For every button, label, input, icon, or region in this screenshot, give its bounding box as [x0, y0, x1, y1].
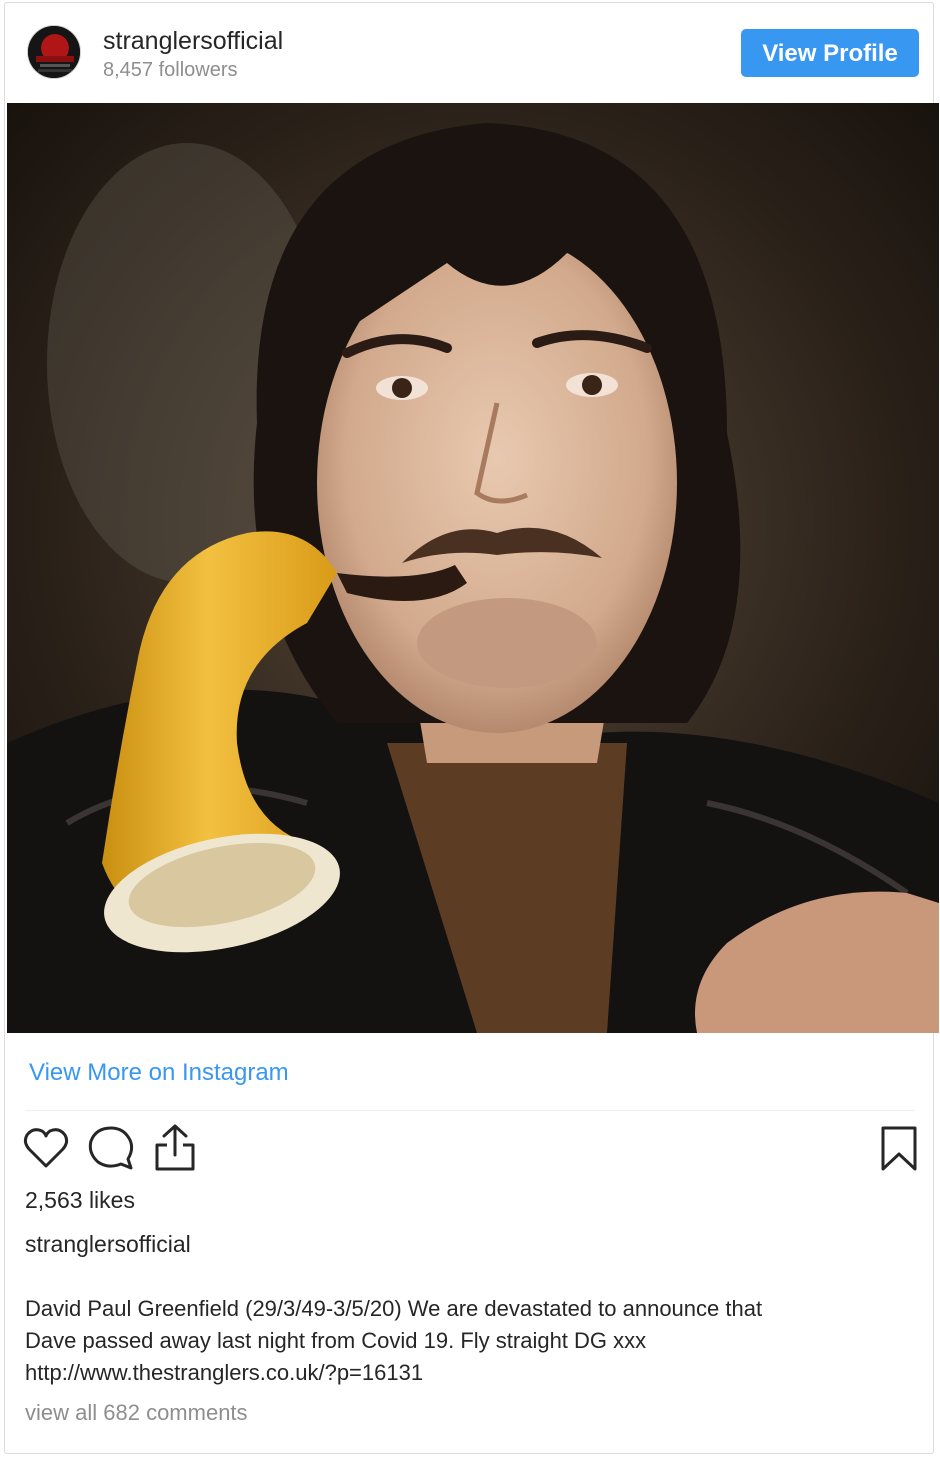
heart-icon[interactable]	[23, 1127, 69, 1169]
post-caption: David Paul Greenfield (29/3/49-3/5/20) W…	[25, 1293, 905, 1389]
caption-link[interactable]: http://www.thestranglers.co.uk/?p=16131	[25, 1357, 905, 1389]
divider	[25, 1110, 915, 1111]
like-count[interactable]: 2,563 likes	[25, 1187, 135, 1214]
caption-username[interactable]: stranglersofficial	[25, 1231, 191, 1258]
view-more-on-instagram-link[interactable]: View More on Instagram	[29, 1059, 289, 1087]
caption-line: David Paul Greenfield (29/3/49-3/5/20) W…	[25, 1296, 763, 1321]
post-header: stranglersofficial 8,457 followers View …	[5, 3, 933, 103]
comment-icon[interactable]	[87, 1125, 135, 1171]
profile-avatar[interactable]	[27, 25, 81, 79]
view-all-comments-link[interactable]: view all 682 comments	[25, 1400, 248, 1426]
avatar-image	[28, 26, 80, 78]
post-photo[interactable]	[7, 103, 939, 1033]
instagram-embed-card: stranglersofficial 8,457 followers View …	[4, 2, 939, 1454]
view-profile-button[interactable]: View Profile	[741, 29, 919, 77]
bookmark-icon[interactable]	[879, 1125, 919, 1173]
photo-illustration	[7, 103, 939, 1033]
caption-line: Dave passed away last night from Covid 1…	[25, 1328, 647, 1353]
follower-count: 8,457 followers	[103, 59, 238, 81]
share-icon[interactable]	[153, 1123, 197, 1173]
username[interactable]: stranglersofficial	[103, 27, 283, 56]
